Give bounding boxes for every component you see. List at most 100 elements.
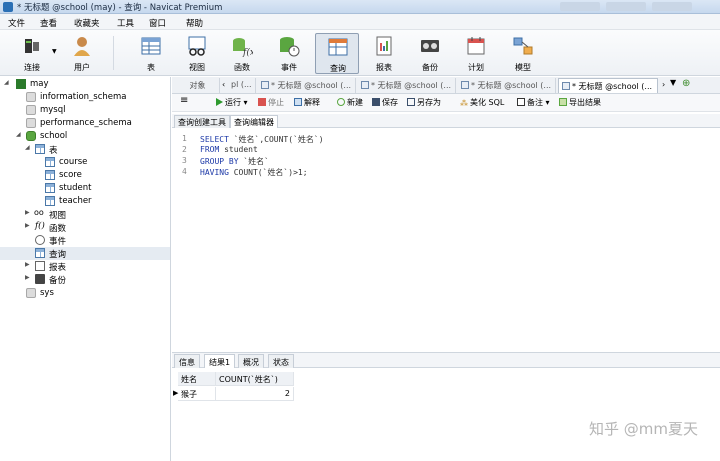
connection-button[interactable]: 连接 (12, 33, 52, 74)
report-icon (35, 261, 45, 271)
tree-tables-folder[interactable]: ◢ 表 (0, 143, 170, 156)
tab-label: * 无标题 @school (... (572, 82, 653, 91)
sql-text: `姓名`,COUNT(`姓名`) (228, 135, 324, 144)
tab-result-1[interactable]: 结果1 (204, 354, 236, 368)
new-button[interactable]: 新建 (337, 97, 363, 108)
tree-table-teacher[interactable]: teacher (0, 195, 170, 208)
column-header[interactable]: 姓名 (178, 372, 216, 386)
tree-reports-folder[interactable]: ▶ 报表 (0, 260, 170, 273)
menu-help[interactable]: 帮助 (186, 17, 203, 29)
explain-button[interactable]: 解释 (294, 97, 320, 108)
backup-button[interactable]: 备份 (410, 33, 450, 74)
query-button[interactable]: 查询 (315, 33, 359, 74)
tree-label: 查询 (49, 250, 67, 260)
function-icon: f() (35, 221, 45, 231)
tree-label: mysql (40, 105, 66, 115)
tree-table-student[interactable]: student (0, 182, 170, 195)
sql-keyword: SELECT (200, 135, 229, 144)
tree-db-sys[interactable]: sys (0, 287, 170, 300)
menu-file[interactable]: 文件 (8, 17, 25, 29)
chevron-right-icon[interactable]: ▶ (25, 209, 33, 216)
tree-backups-folder[interactable]: ▶ 备份 (0, 273, 170, 286)
explain-icon (294, 98, 302, 106)
chevron-down-icon[interactable]: ◢ (4, 79, 12, 86)
tab-query[interactable]: * 无标题 @school (... (358, 78, 456, 93)
code-line: GROUP BY `姓名` (200, 156, 269, 167)
toolbar-separator (113, 36, 114, 70)
tab-list-icon[interactable]: ▼ (670, 78, 676, 87)
save-as-button[interactable]: 另存为 (407, 97, 441, 108)
tab-query-active[interactable]: * 无标题 @school (... (558, 78, 658, 93)
event-icon (35, 235, 45, 245)
user-button[interactable]: 用户 (62, 33, 102, 74)
tab-query[interactable]: * 无标题 @school (... (458, 78, 556, 93)
event-button[interactable]: 事件 (269, 33, 309, 74)
function-button[interactable]: f(x) 函数 (222, 33, 262, 74)
chevron-right-icon[interactable]: ▶ (25, 261, 33, 268)
tab-query-editor[interactable]: 查询编辑器 (230, 115, 278, 128)
window-title: * 无标题 @school (may) - 查询 - Navicat Premi… (17, 3, 223, 13)
chevron-down-icon[interactable]: ▼ (52, 48, 57, 55)
query-icon (461, 81, 469, 89)
tree-events-folder[interactable]: 事件 (0, 234, 170, 247)
export-label: 导出结果 (569, 98, 601, 107)
tab-info[interactable]: 信息 (174, 354, 200, 368)
tree-db-mysql[interactable]: mysql (0, 104, 170, 117)
view-button[interactable]: 视图 (177, 33, 217, 74)
tree-table-course[interactable]: course (0, 156, 170, 169)
tab-query-partial[interactable]: pl (... (228, 78, 256, 93)
report-button[interactable]: 报表 (364, 33, 404, 74)
tab-query-builder[interactable]: 查询创建工具 (174, 115, 230, 128)
tree-label: may (30, 79, 49, 89)
database-icon (26, 105, 36, 115)
column-header[interactable]: COUNT(`姓名`) (216, 372, 294, 386)
new-tab-icon[interactable]: ⊕ (682, 78, 690, 89)
table-icon (35, 144, 45, 154)
chevron-down-icon[interactable]: ◢ (25, 144, 33, 151)
tab-label: * 无标题 @school (... (371, 81, 452, 90)
chevron-down-icon[interactable]: ◢ (16, 131, 24, 138)
chevron-right-icon[interactable]: › (662, 80, 665, 89)
tree-table-score[interactable]: score (0, 169, 170, 182)
backup-label: 备份 (422, 63, 438, 72)
tree-label: sys (40, 288, 54, 298)
chevron-left-icon[interactable]: ‹ (222, 80, 225, 89)
comment-button[interactable]: 备注 ▾ (517, 97, 550, 108)
tree-db-information-schema[interactable]: information_schema (0, 91, 170, 104)
menu-window[interactable]: 窗口 (149, 17, 166, 29)
model-button[interactable]: 模型 (503, 33, 543, 74)
tree-connection-may[interactable]: ◢ may (0, 78, 170, 91)
tab-profile[interactable]: 概况 (238, 354, 264, 368)
beautify-sql-button[interactable]: ⁂ 美化 SQL (460, 97, 504, 108)
tab-objects[interactable]: 对象 (176, 78, 220, 93)
save-button[interactable]: 保存 (372, 97, 398, 108)
explain-label: 解释 (304, 98, 320, 107)
menu-favorites[interactable]: 收藏夹 (74, 17, 100, 29)
export-results-button[interactable]: 导出结果 (559, 97, 601, 108)
code-line: HAVING COUNT(`姓名`)>1; (200, 167, 308, 178)
menu-view[interactable]: 查看 (40, 17, 57, 29)
tree-label: 事件 (49, 237, 67, 247)
tree-db-performance-schema[interactable]: performance_schema (0, 117, 170, 130)
run-button[interactable]: 运行 ▾ (216, 97, 248, 108)
query-icon (35, 248, 45, 258)
table-cell[interactable]: 猴子 (178, 387, 216, 401)
schedule-button[interactable]: 计划 (456, 33, 496, 74)
tree-functions-folder[interactable]: ▶ f() 函数 (0, 221, 170, 234)
function-icon: f(x) (233, 38, 253, 57)
tree-views-folder[interactable]: ▶ oo 视图 (0, 208, 170, 221)
table-button[interactable]: 表 (131, 33, 171, 74)
tab-status[interactable]: 状态 (268, 354, 294, 368)
stop-button[interactable]: 停止 (258, 97, 284, 108)
database-icon (26, 92, 36, 102)
hamburger-menu-icon[interactable]: ≡ (180, 95, 188, 106)
tree-db-school[interactable]: ◢ school (0, 130, 170, 143)
chevron-right-icon[interactable]: ▶ (25, 274, 33, 281)
table-cell[interactable]: 2 (216, 387, 294, 401)
menu-tools[interactable]: 工具 (117, 17, 134, 29)
sql-keyword: HAVING (200, 168, 229, 177)
sql-editor[interactable]: 1 2 3 4 SELECT `姓名`,COUNT(`姓名`) FROM stu… (172, 128, 720, 351)
tree-queries-folder[interactable]: 查询 (0, 247, 170, 260)
chevron-right-icon[interactable]: ▶ (25, 222, 33, 229)
tab-query[interactable]: * 无标题 @school (... (258, 78, 356, 93)
